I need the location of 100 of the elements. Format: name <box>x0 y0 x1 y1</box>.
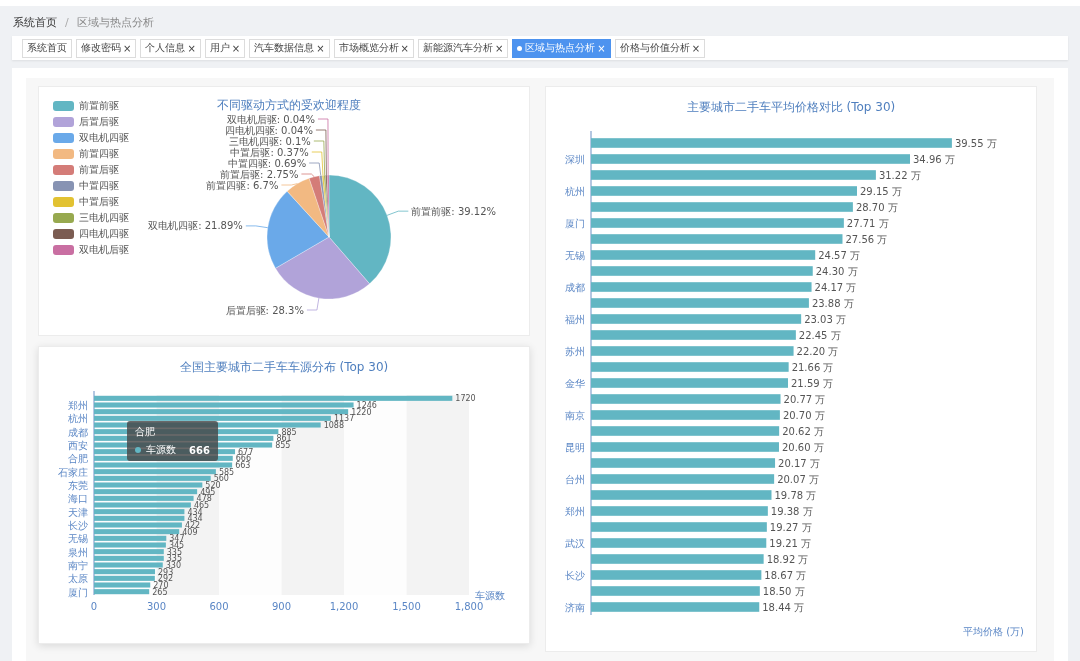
bar-value-label: 34.96 万 <box>913 154 955 165</box>
axis-label: 长沙 <box>565 570 585 581</box>
axis-label: 无锡 <box>68 533 88 545</box>
axis-label: 杭州 <box>565 186 585 197</box>
axis-label: 石家庄 <box>58 466 88 478</box>
axis-label: 济南 <box>565 602 585 613</box>
bar-value-label: 560 <box>213 474 229 484</box>
bar-value-label: 335 <box>166 554 183 564</box>
axis-title: 车源数 <box>475 590 505 601</box>
slice-label: 双电机后驱: 0.04% <box>226 113 315 125</box>
axis-label: 郑州 <box>68 400 88 411</box>
bar-value-label: 20.62 万 <box>782 426 824 437</box>
bar-value-label: 24.30 万 <box>815 266 858 277</box>
axis-label: 成都 <box>68 426 88 438</box>
bar-value-label: 478 <box>196 494 212 504</box>
bar-value-label: 19.38 万 <box>770 506 813 517</box>
axis-label: 南宁 <box>68 560 88 571</box>
axis-label: 太原 <box>68 573 88 585</box>
tick-label: 900 <box>271 601 292 612</box>
bar-value-label: 20.60 万 <box>781 442 824 453</box>
axis-label: 金华 <box>565 378 585 389</box>
chart-title: 全国主要城市二手车车源分布 (Top 30) <box>179 360 389 374</box>
axis-label: 昆明 <box>565 442 585 453</box>
axis-label: 天津 <box>68 506 88 518</box>
bar-value-label: 22.20 万 <box>796 346 839 357</box>
axis-label: 郑州 <box>565 506 585 517</box>
axis-label: 无锡 <box>565 250 585 261</box>
axis-title: 平均价格 (万) <box>963 626 1024 637</box>
tick-label: 1,200 <box>329 601 359 612</box>
axis-label: 成都 <box>565 282 585 293</box>
bar-value-label: 18.50 万 <box>762 586 805 597</box>
axis-label: 西安 <box>68 440 88 451</box>
axis-label: 长沙 <box>68 520 88 531</box>
tick-label: 1,800 <box>454 601 484 612</box>
bar-value-label: 20.77 万 <box>783 394 826 405</box>
bar-value-label: 22.45 万 <box>798 330 841 341</box>
slice-label: 中置后驱: 0.37% <box>230 146 309 158</box>
bar-value-label: 663 <box>235 461 251 470</box>
breadcrumb-separator: / <box>65 15 69 29</box>
bar-value-label: 19.21 万 <box>769 538 812 549</box>
axis-label: 合肥 <box>68 453 88 465</box>
bar-value-label: 409 <box>182 527 198 537</box>
bar-value-label: 1137 <box>333 414 355 424</box>
bar-value-label: 1088 <box>323 421 345 430</box>
axis-label: 台州 <box>565 474 585 485</box>
bar-value-label: 666 <box>235 454 252 464</box>
bar-value-label: 20.70 万 <box>782 410 825 421</box>
tick-label: 300 <box>146 601 167 612</box>
tooltip-label: 车源数 <box>146 443 176 457</box>
tooltip-value: 666 <box>189 444 210 456</box>
bar-value-label: 18.67 万 <box>764 570 807 581</box>
bar-value-label: 29.15 万 <box>860 186 902 197</box>
bar-value-label: 21.59 万 <box>791 378 833 389</box>
bar-value-label: 292 <box>157 574 174 584</box>
axis-label: 苏州 <box>565 346 585 357</box>
chart-title: 主要城市二手车平均价格对比 (Top 30) <box>686 100 896 114</box>
axis-label: 厦门 <box>565 218 585 229</box>
bar-value-label: 1720 <box>455 394 476 404</box>
slice-label: 后置后驱: 28.3% <box>225 304 304 316</box>
axis-label: 南京 <box>565 410 585 421</box>
slice-label: 前置后驱: 2.75% <box>220 168 299 180</box>
axis-label: 福州 <box>565 314 585 325</box>
bar-value-label: 23.88 万 <box>811 298 854 309</box>
axis-label: 泉州 <box>68 546 88 558</box>
axis-label: 武汉 <box>565 538 585 549</box>
axis-label: 深圳 <box>565 154 585 165</box>
axis-label: 厦门 <box>68 586 88 598</box>
axis-label: 东莞 <box>68 480 88 491</box>
slice-label: 四电机四驱: 0.04% <box>224 124 313 136</box>
bar-value-label: 31.22 万 <box>878 170 921 181</box>
bar-value-label: 18.92 万 <box>766 554 809 565</box>
chart-title: 不同驱动方式的受欢迎程度 <box>217 98 361 112</box>
slice-label: 前置前驱: 39.12% <box>411 205 496 217</box>
axis-label: 海口 <box>68 493 88 505</box>
bar-value-label: 39.55 万 <box>954 138 997 149</box>
slice-label: 三电机四驱: 0.1% <box>228 135 311 147</box>
bar-value-label: 23.03 万 <box>804 314 846 325</box>
bar-value-label: 861 <box>276 434 292 444</box>
axis-label: 杭州 <box>68 413 88 425</box>
bar-value-label: 434 <box>187 514 203 524</box>
bar-value-label: 24.57 万 <box>818 250 860 261</box>
slice-label: 前置四驱: 6.7% <box>206 179 279 191</box>
tick-label: 600 <box>209 601 229 612</box>
bar-value-label: 21.66 万 <box>791 362 834 373</box>
slice-label: 中置四驱: 0.69% <box>227 157 307 169</box>
bar-value-label: 585 <box>218 467 235 477</box>
slice-label: 双电机四驱: 21.89% <box>148 220 243 232</box>
bar-value-label: 24.17 万 <box>814 282 857 293</box>
tick-label: 0 <box>90 601 98 612</box>
bar-value-label: 855 <box>275 441 291 450</box>
bar-value-label: 18.44 万 <box>762 602 805 613</box>
bar-value-label: 422 <box>184 521 201 530</box>
bar-value-label: 27.71 万 <box>846 218 889 229</box>
bar-value-label: 19.78 万 <box>774 490 817 501</box>
tooltip-title: 合肥 <box>135 425 156 439</box>
bar-value-label: 677 <box>238 447 254 457</box>
bar-value-label: 20.07 万 <box>777 474 819 485</box>
tick-label: 1,500 <box>392 601 421 612</box>
bar-value-label: 19.27 万 <box>769 522 812 533</box>
bar-value-label: 27.56 万 <box>845 234 888 245</box>
